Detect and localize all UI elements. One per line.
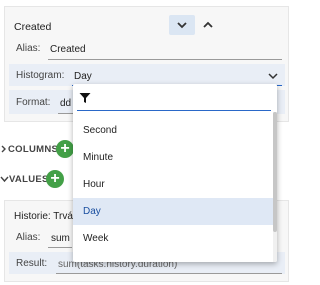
option-minute[interactable]: Minute bbox=[73, 144, 273, 171]
filter-icon bbox=[79, 93, 91, 103]
format-label: Format: bbox=[16, 97, 51, 108]
option-second[interactable]: Second bbox=[73, 117, 273, 144]
dropdown-scrollbar[interactable] bbox=[273, 112, 277, 262]
result-label: Result: bbox=[16, 258, 48, 269]
add-column-button[interactable]: + bbox=[56, 140, 74, 158]
histogram-select[interactable]: Day bbox=[74, 71, 254, 82]
dropdown-scrollbar-thumb[interactable] bbox=[273, 112, 277, 232]
panel-title: Created bbox=[14, 21, 52, 33]
move-down-button[interactable] bbox=[169, 15, 195, 35]
option-week[interactable]: Week bbox=[73, 225, 273, 252]
value-alias-input[interactable]: sum bbox=[51, 233, 71, 244]
chevron-right-icon[interactable] bbox=[0, 144, 8, 154]
values-section-label[interactable]: VALUES bbox=[9, 174, 49, 185]
chevron-down-icon bbox=[177, 22, 187, 29]
result-underline bbox=[56, 273, 282, 274]
histogram-label: Histogram: bbox=[16, 70, 65, 81]
filter-underline bbox=[77, 110, 271, 111]
value-alias-underline bbox=[48, 247, 72, 248]
chevron-down-icon[interactable] bbox=[0, 174, 9, 184]
format-input[interactable]: dd bbox=[60, 98, 72, 109]
option-hour[interactable]: Hour bbox=[73, 171, 273, 198]
value-panel-title: Historie: Trvá bbox=[14, 211, 73, 222]
move-up-button[interactable] bbox=[196, 15, 220, 35]
alias-label: Alias: bbox=[16, 43, 41, 54]
chevron-up-icon bbox=[203, 21, 213, 28]
add-value-button[interactable]: + bbox=[46, 170, 64, 188]
columns-section-label[interactable]: COLUMNS bbox=[8, 144, 58, 155]
histogram-dropdown: Second Minute Hour Day Week bbox=[73, 84, 277, 262]
value-alias-label: Alias: bbox=[16, 232, 41, 243]
option-day[interactable]: Day bbox=[73, 198, 273, 225]
alias-underline bbox=[48, 59, 282, 60]
format-underline bbox=[58, 113, 74, 114]
filter-row[interactable] bbox=[73, 84, 273, 112]
chevron-down-icon[interactable] bbox=[267, 71, 279, 81]
alias-input[interactable]: Created bbox=[50, 44, 280, 55]
